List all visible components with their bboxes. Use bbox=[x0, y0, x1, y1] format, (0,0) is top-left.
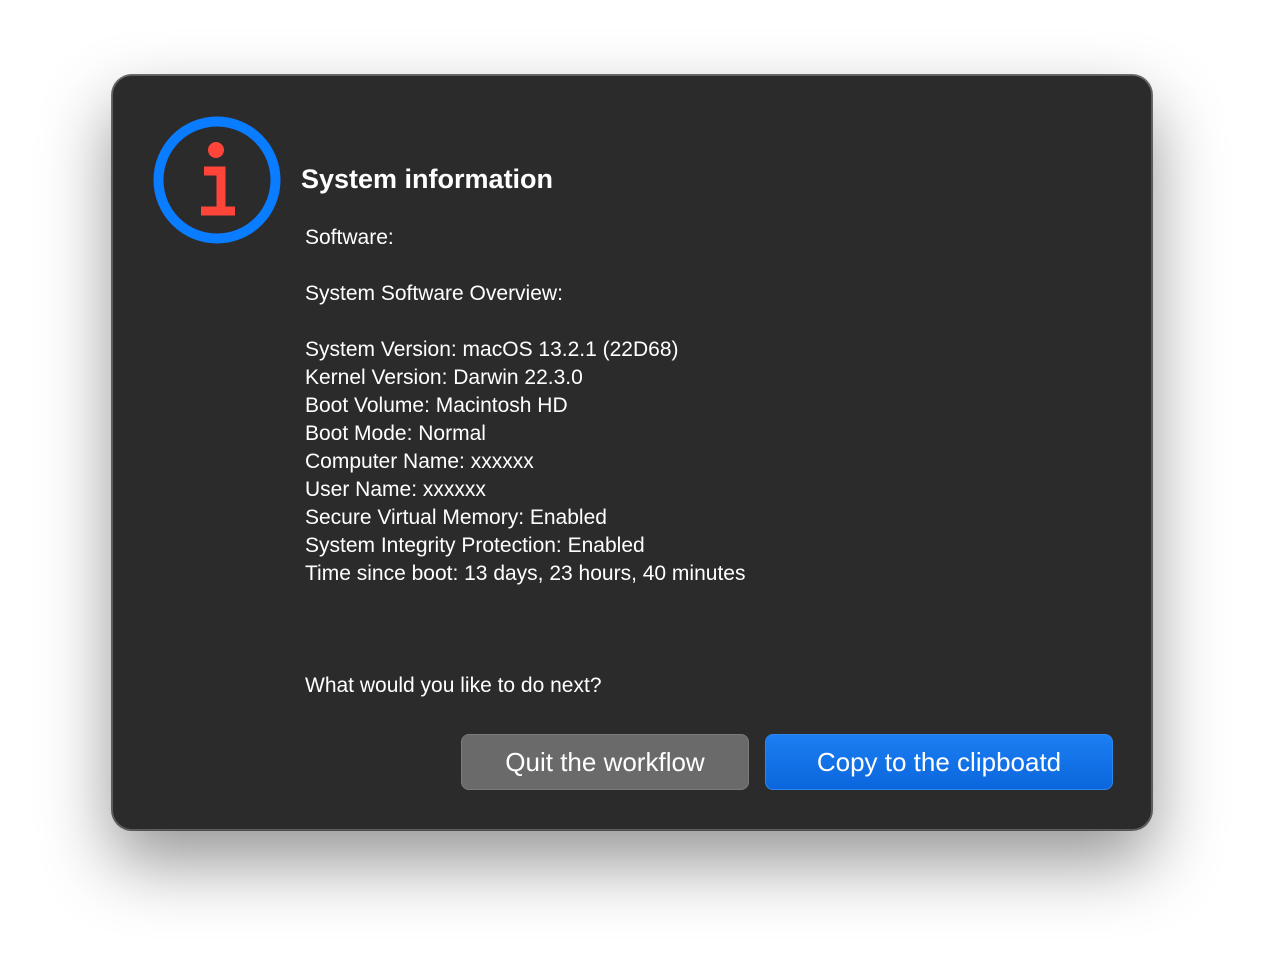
info-icon bbox=[153, 116, 281, 244]
info-line-user-name: User Name: xxxxxx bbox=[305, 478, 486, 501]
next-action-question: What would you like to do next? bbox=[305, 674, 602, 697]
system-information-dialog: System information Software: System Soft… bbox=[112, 75, 1152, 830]
info-line-overview-header: System Software Overview: bbox=[305, 282, 563, 305]
info-line-blank bbox=[305, 308, 745, 336]
info-line-boot-volume: Boot Volume: Macintosh HD bbox=[305, 394, 568, 417]
quit-workflow-button[interactable]: Quit the workflow bbox=[461, 734, 749, 790]
copy-to-clipboard-button[interactable]: Copy to the clipboatd bbox=[765, 734, 1113, 790]
info-line-secure-virtual-memory: Secure Virtual Memory: Enabled bbox=[305, 506, 607, 529]
info-line-blank bbox=[305, 252, 745, 280]
info-line-software-header: Software: bbox=[305, 226, 394, 249]
quit-workflow-button-label: Quit the workflow bbox=[505, 746, 705, 777]
info-line-system-version: System Version: macOS 13.2.1 (22D68) bbox=[305, 338, 679, 361]
system-info-text: Software: System Software Overview: Syst… bbox=[305, 224, 745, 588]
info-line-time-since-boot: Time since boot: 13 days, 23 hours, 40 m… bbox=[305, 562, 746, 585]
info-line-boot-mode: Boot Mode: Normal bbox=[305, 422, 486, 445]
info-line-system-integrity-protection: System Integrity Protection: Enabled bbox=[305, 534, 645, 557]
dialog-title: System information bbox=[301, 164, 554, 194]
info-line-computer-name: Computer Name: xxxxxx bbox=[305, 450, 534, 473]
copy-to-clipboard-button-label: Copy to the clipboatd bbox=[816, 746, 1062, 777]
info-line-kernel-version: Kernel Version: Darwin 22.3.0 bbox=[305, 366, 583, 389]
